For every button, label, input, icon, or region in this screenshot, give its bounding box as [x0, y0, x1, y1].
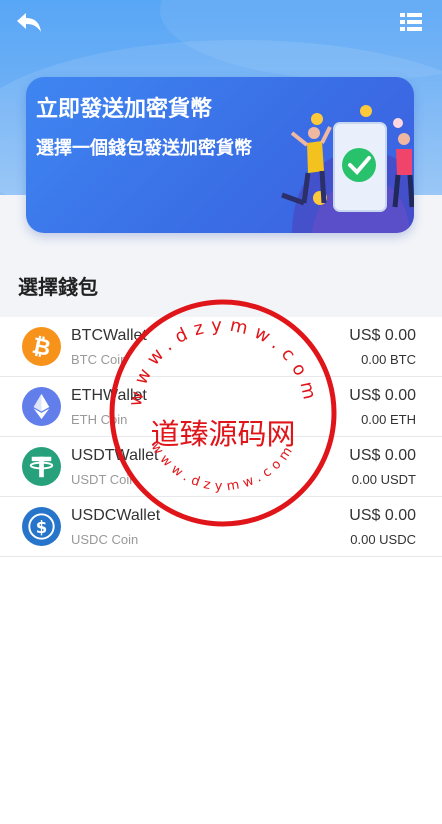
wallet-balance: US$ 0.00 — [349, 447, 416, 464]
wallet-amount: 0.00 BTC — [361, 352, 416, 367]
wallet-row-usdt[interactable]: USDTWallet USDT Coin US$ 0.00 0.00 USDT — [0, 437, 442, 497]
back-button[interactable] — [14, 9, 44, 35]
send-crypto-banner[interactable]: 立即發送加密貨幣 選擇一個錢包發送加密貨幣 — [26, 77, 414, 233]
banner-subtitle: 選擇一個錢包發送加密貨幣 — [36, 138, 252, 158]
wallet-balance: US$ 0.00 — [349, 507, 416, 524]
menu-button[interactable] — [398, 10, 424, 34]
wallet-amount: 0.00 USDC — [350, 532, 416, 547]
wallet-coin: BTC Coin — [71, 352, 128, 367]
list-menu-icon — [400, 13, 422, 31]
wallet-balance: US$ 0.00 — [349, 387, 416, 404]
wallet-amount: 0.00 ETH — [361, 412, 416, 427]
wallet-balance: US$ 0.00 — [349, 327, 416, 344]
wallet-list: ₿ BTCWallet BTC Coin US$ 0.00 0.00 BTC E… — [0, 317, 442, 557]
wallet-name: BTCWallet — [71, 327, 147, 344]
bitcoin-icon: ₿ — [22, 327, 61, 366]
wallet-name: ETHWallet — [71, 387, 147, 404]
ethereum-icon — [22, 387, 61, 426]
banner-title: 立即發送加密貨幣 — [36, 96, 213, 121]
wallet-coin: ETH Coin — [71, 412, 128, 427]
wallet-row-btc[interactable]: ₿ BTCWallet BTC Coin US$ 0.00 0.00 BTC — [0, 317, 442, 377]
wallet-row-eth[interactable]: ETHWallet ETH Coin US$ 0.00 0.00 ETH — [0, 377, 442, 437]
back-arrow-icon — [17, 13, 41, 32]
wallet-coin: USDT Coin — [71, 472, 137, 487]
wallet-coin: USDC Coin — [71, 532, 139, 547]
section-title: 選擇錢包 — [18, 277, 98, 299]
tether-icon — [22, 447, 61, 486]
wallet-name: USDCWallet — [71, 507, 161, 524]
svg-text:$: $ — [36, 518, 48, 537]
usdc-icon: $ — [22, 507, 61, 546]
wallet-amount: 0.00 USDT — [351, 472, 416, 487]
banner-illustration — [281, 105, 414, 233]
wallet-name: USDTWallet — [71, 447, 159, 464]
wallet-row-usdc[interactable]: $ USDCWallet USDC Coin US$ 0.00 0.00 USD… — [0, 497, 442, 557]
